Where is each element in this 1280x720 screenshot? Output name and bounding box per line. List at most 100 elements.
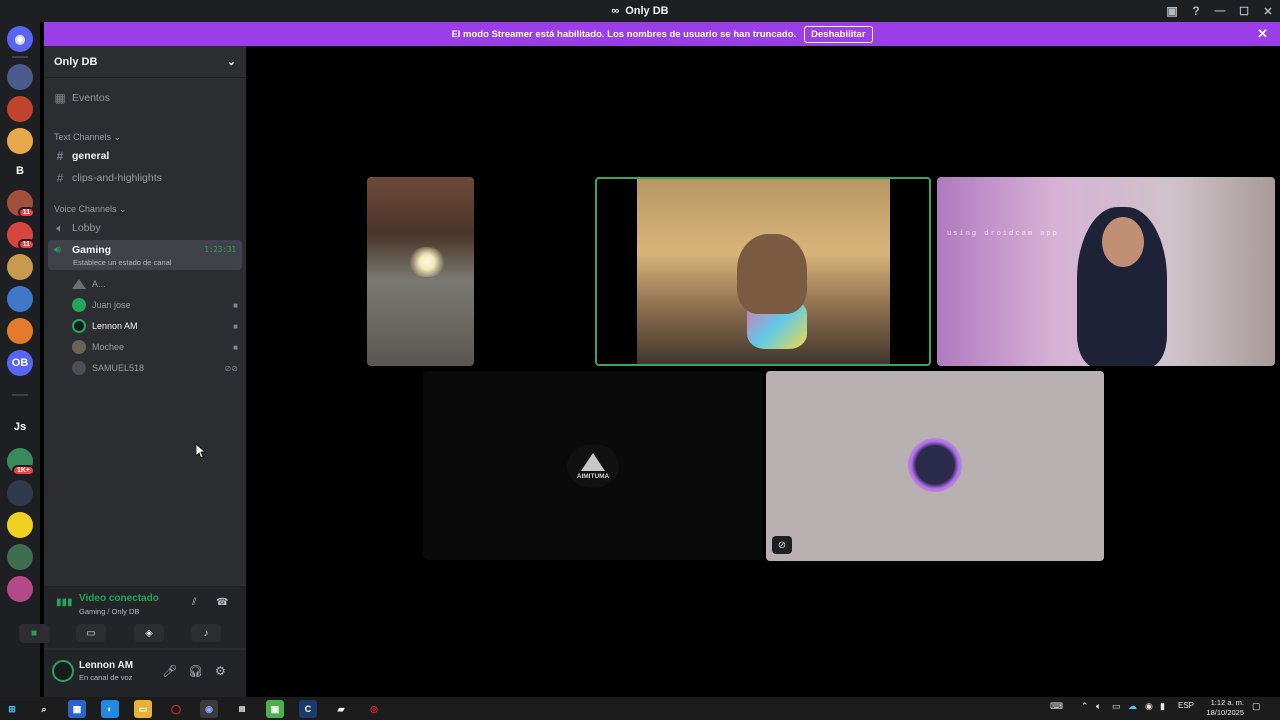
maximize-button[interactable]: ☐: [1232, 0, 1256, 22]
voice-channel-lobby[interactable]: 🔈︎ Lobby: [48, 218, 242, 238]
signal-icon[interactable]: ▮▮▮: [56, 597, 73, 608]
network-icon[interactable]: ▭: [1112, 701, 1121, 712]
aimituma-logo: AIMITUMA: [567, 444, 619, 488]
disable-streamer-button[interactable]: Deshabilitar: [804, 25, 873, 43]
help-icon[interactable]: ?: [1184, 0, 1208, 22]
chevron-up-icon[interactable]: ⌃: [1081, 701, 1089, 712]
server-letter-icon[interactable]: B: [7, 158, 33, 184]
microphone-icon[interactable]: 🎤︎: [162, 664, 177, 678]
tray-app-icon[interactable]: ◉: [1145, 701, 1153, 712]
taskbar: ⊞ ⌕ ▦ ◐ ▭ ◯ ◉ ▤ ▣ C ▰ ◎ ⌨ ⌃ 🔈︎ ▭ ☁ ◉ ▮ E…: [0, 697, 1280, 720]
server-icon[interactable]: [7, 96, 33, 122]
voice-user[interactable]: Juan jose ■: [72, 296, 242, 314]
discord-link-icon: ∞: [611, 5, 620, 17]
voice-channel-gaming[interactable]: 🔊︎ Gaming Establece un estado de canal 1…: [48, 240, 242, 270]
server-icon[interactable]: [7, 318, 33, 344]
user-name: Lennon AM: [92, 321, 138, 331]
voice-user[interactable]: A...: [72, 275, 242, 293]
user-name: SAMUEL518: [92, 363, 145, 373]
server-rail: ◉ B 11 11 OB Js 1K+: [0, 22, 40, 697]
badge: 11: [17, 239, 35, 250]
server-icon[interactable]: [7, 512, 33, 538]
voice-connected-title[interactable]: Video conectado: [79, 593, 159, 604]
channel-status[interactable]: Establece un estado de canal: [73, 258, 171, 267]
server-icon[interactable]: 1K+: [7, 448, 35, 476]
channel-general[interactable]: # general: [48, 146, 242, 166]
user-name: Juan jose: [92, 300, 131, 310]
server-icon[interactable]: [7, 480, 33, 506]
gear-icon[interactable]: ⚙: [215, 664, 226, 678]
events-item[interactable]: ▦ Eventos: [48, 88, 242, 108]
server-js-icon[interactable]: Js: [7, 414, 33, 440]
search-icon[interactable]: ⌕: [35, 700, 53, 718]
server-icon[interactable]: [7, 576, 33, 602]
notifications-icon[interactable]: ▢: [1252, 701, 1261, 712]
headphones-icon[interactable]: 🎧︎: [188, 664, 203, 678]
user-name[interactable]: Lennon AM: [79, 660, 133, 671]
soundboard-button[interactable]: ♪: [191, 624, 221, 642]
discord-taskbar-icon[interactable]: ◉: [200, 700, 218, 718]
minimize-button[interactable]: —: [1208, 0, 1232, 22]
video-tile-speaking[interactable]: [595, 177, 931, 366]
microphone-icon[interactable]: ▮: [1160, 701, 1165, 712]
disconnect-icon[interactable]: ☎: [216, 597, 228, 608]
activity-button[interactable]: ◈: [134, 624, 164, 642]
taskbar-app-icon[interactable]: ▰: [332, 700, 350, 718]
channel-clips[interactable]: # clips-and-highlights: [48, 168, 242, 188]
channel-label: Lobby: [72, 222, 101, 234]
server-header[interactable]: Only DB ⌄: [44, 46, 246, 78]
server-icon[interactable]: [7, 286, 33, 312]
server-icon[interactable]: 11: [7, 190, 35, 218]
server-icon[interactable]: [7, 64, 33, 90]
voice-user[interactable]: Mochee ■: [72, 338, 242, 356]
volume-icon[interactable]: 🔈︎: [1096, 701, 1101, 712]
keyboard-icon[interactable]: ⌨: [1050, 701, 1063, 712]
server-icon[interactable]: [7, 544, 33, 570]
server-icon[interactable]: 11: [7, 222, 35, 250]
video-tile[interactable]: [367, 177, 474, 366]
discord-home-icon[interactable]: ◉: [7, 26, 33, 52]
window-titlebar: ∞ Only DB ▣ ? — ☐ ✕: [0, 0, 1280, 22]
hashtag-icon: #: [56, 149, 64, 163]
avatar: [72, 361, 86, 375]
category-voice-channels[interactable]: Voice Channels ⌄: [54, 204, 127, 215]
close-window-button[interactable]: ✕: [1256, 0, 1280, 22]
banner-message: El modo Streamer está habilitado. Los no…: [451, 28, 797, 40]
speaker-icon: 🔊︎: [54, 244, 61, 256]
server-icon[interactable]: [7, 254, 33, 280]
server-icon[interactable]: [7, 128, 33, 154]
avatar[interactable]: [52, 660, 74, 682]
events-label: Eventos: [72, 92, 110, 104]
user-name: A...: [92, 279, 106, 289]
language-indicator[interactable]: ESP: [1178, 701, 1194, 710]
close-banner-icon[interactable]: ✕: [1257, 26, 1268, 42]
avatar-tile[interactable]: AIMITUMA: [423, 371, 763, 560]
taskbar-app-icon[interactable]: ◎: [365, 700, 383, 718]
avatar: [72, 319, 86, 333]
inbox-icon[interactable]: ▣: [1160, 0, 1184, 22]
cloud-icon[interactable]: ☁: [1128, 701, 1137, 712]
taskbar-app-icon[interactable]: C: [299, 700, 317, 718]
channel-label: Gaming: [72, 244, 112, 256]
video-tile[interactable]: using droidcam app: [937, 177, 1275, 366]
screen-share-button[interactable]: ▭: [76, 624, 106, 642]
voice-connected-subtitle[interactable]: Gaming / Only DB: [79, 607, 139, 616]
file-explorer-icon[interactable]: ▭: [134, 700, 152, 718]
camera-button[interactable]: ■: [19, 624, 49, 642]
epic-games-icon[interactable]: ▤: [233, 700, 251, 718]
avatar-tile[interactable]: ⊘: [766, 371, 1104, 561]
noise-suppression-icon[interactable]: ⫽: [192, 597, 196, 608]
opera-icon[interactable]: ◯: [167, 700, 185, 718]
windows-start-icon[interactable]: ⊞: [3, 700, 21, 718]
taskbar-app-icon[interactable]: ▣: [266, 700, 284, 718]
taskbar-app-icon[interactable]: ◐: [101, 700, 119, 718]
voice-user[interactable]: SAMUEL518 ⊘⊘: [72, 359, 242, 377]
category-text-channels[interactable]: Text Channels ⌄: [54, 132, 121, 143]
streamer-mode-banner: El modo Streamer está habilitado. Los no…: [44, 22, 1280, 46]
system-clock[interactable]: 1:12 a. m. 18/10/2025: [1206, 698, 1244, 718]
logo-mark-icon: [581, 452, 605, 471]
voice-user[interactable]: Lennon AM ■: [72, 317, 242, 335]
taskbar-app-icon[interactable]: ▦: [68, 700, 86, 718]
user-panel: Lennon AM En canal de voz 🎤︎ 🎧︎ ⚙: [44, 650, 246, 697]
server-ob-icon[interactable]: OB: [7, 350, 33, 376]
